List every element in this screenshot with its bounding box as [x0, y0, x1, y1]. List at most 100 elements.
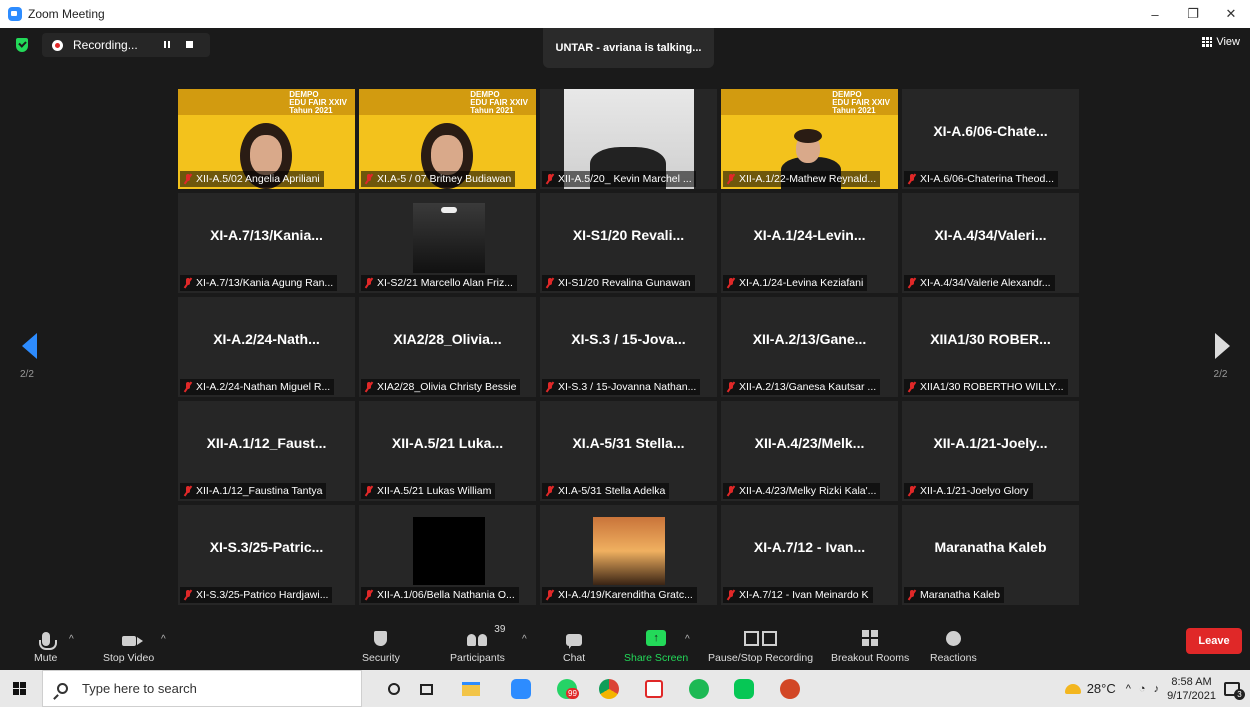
chevron-up-icon[interactable]: ^	[1126, 683, 1131, 695]
mic-muted-icon	[365, 382, 373, 392]
encryption-shield-icon[interactable]	[16, 38, 28, 52]
breakout-rooms-button[interactable]: Breakout Rooms	[831, 620, 909, 670]
participant-tile[interactable]: XII-A.1/21-Joely... XII-A.1/21-Joelyo Glo…	[902, 401, 1079, 501]
participant-name: XII-A.1/21-Joelyo Glory	[920, 485, 1029, 497]
stop-recording-icon[interactable]	[186, 41, 193, 48]
participant-tile[interactable]: XII-A.5/21 Luka... XII-A.5/21 Lukas Willi…	[359, 401, 536, 501]
participant-tile[interactable]: XI-S.3/25-Patric... XI-S.3/25-Patrico Har…	[178, 505, 355, 605]
pause-recording-icon[interactable]	[164, 41, 170, 48]
windows-start-icon[interactable]	[13, 682, 26, 695]
maximize-button[interactable]: ❐	[1174, 0, 1212, 28]
participant-name: XI.A-5 / 07 Britney Budiawan	[377, 173, 512, 185]
zoom-taskbar-icon[interactable]	[508, 676, 534, 702]
participant-tile[interactable]: XII-A.5/20_ Kevin Marchel ...	[540, 89, 717, 189]
participant-display-name: XI-A.7/12 - Ivan...	[753, 539, 866, 555]
whatsapp-icon[interactable]: 99	[554, 676, 580, 702]
minimize-button[interactable]: –	[1136, 0, 1174, 28]
participant-name: XI-S2/21 Marcello Alan Friz...	[377, 277, 513, 289]
video-options-caret-icon[interactable]: ^	[161, 634, 166, 645]
notification-count: 3	[1234, 688, 1245, 700]
participant-display-name: XI-S.3/25-Patric...	[209, 539, 324, 555]
task-view-icon[interactable]	[413, 676, 439, 702]
security-button[interactable]: Security	[362, 620, 400, 670]
mic-muted-icon	[908, 486, 916, 496]
next-page-button[interactable]: 2/2	[1211, 333, 1230, 380]
search-input[interactable]	[82, 681, 322, 696]
close-button[interactable]: ✕	[1212, 0, 1250, 28]
mic-muted-icon	[908, 174, 916, 184]
participant-tile[interactable]: DEMPO EDU FAIR XXIV Tahun 2021 XII-A.5/02 A…	[178, 89, 355, 189]
participant-tile[interactable]: XII-A.1/12_Faust... XII-A.1/12_Faustina T…	[178, 401, 355, 501]
participant-tile[interactable]: XII-A.1/06/Bella Nathania O...	[359, 505, 536, 605]
volume-icon[interactable]: ♪	[1154, 683, 1160, 695]
participant-tile[interactable]: XII-A.4/23/Melk... XII-A.4/23/Melky Rizki…	[721, 401, 898, 501]
previous-page-button[interactable]: 2/2	[20, 333, 37, 380]
spotify-icon[interactable]	[686, 676, 712, 702]
audio-options-caret-icon[interactable]: ^	[69, 634, 74, 645]
share-screen-button[interactable]: ↑ Share Screen	[624, 620, 688, 670]
view-button[interactable]: View	[1202, 36, 1240, 48]
participant-video	[413, 517, 485, 585]
participant-name: XII-A.2/13/Ganesa Kautsar ...	[739, 381, 877, 393]
share-options-caret-icon[interactable]: ^	[685, 634, 690, 645]
view-label: View	[1216, 36, 1240, 48]
participant-display-name: XII-A.2/13/Gane...	[752, 331, 867, 347]
tray-icons[interactable]: ^ ◔ ♪	[1126, 683, 1159, 695]
chat-button[interactable]: Chat	[563, 620, 585, 670]
participant-tile[interactable]: XI-A.7/13/Kania... XI-A.7/13/Kania Agung …	[178, 193, 355, 293]
mic-muted-icon	[365, 486, 373, 496]
mic-muted-icon	[727, 382, 735, 392]
pause-stop-recording-button[interactable]: Pause/Stop Recording	[708, 620, 813, 670]
participants-caret-icon[interactable]: ^	[522, 634, 527, 645]
participant-tile[interactable]: XII-A.2/13/Gane... XII-A.2/13/Ganesa Kaut…	[721, 297, 898, 397]
chrome-icon[interactable]	[596, 676, 622, 702]
mic-muted-icon	[908, 590, 916, 600]
participant-tile[interactable]: XIIA1/30 ROBER... XIIA1/30 ROBERTHO WILLY…	[902, 297, 1079, 397]
participant-tile[interactable]: XI-S1/20 Revali... XI-S1/20 Revalina Guna…	[540, 193, 717, 293]
mute-button[interactable]: Mute	[34, 620, 57, 670]
participant-tile[interactable]: XI-A.2/24-Nath... XI-A.2/24-Nathan Miguel…	[178, 297, 355, 397]
file-explorer-icon[interactable]	[458, 676, 484, 702]
participant-name: XII-A.1/22-Mathew Reynald...	[739, 173, 877, 185]
powerpoint-icon[interactable]	[777, 676, 803, 702]
participants-button[interactable]: 39 Participants	[450, 620, 505, 670]
participant-tile[interactable]: DEMPO EDU FAIR XXIV Tahun 2021 XII-A.1/22-M…	[721, 89, 898, 189]
participant-name-tag: XII-A.2/13/Ganesa Kautsar ...	[723, 379, 881, 395]
participant-tile[interactable]: XI-S.3 / 15-Jova... XI-S.3 / 15-Jovanna N…	[540, 297, 717, 397]
participant-name-tag: XI-S1/20 Revalina Gunawan	[542, 275, 695, 291]
acrobat-icon[interactable]	[641, 676, 667, 702]
stop-video-button[interactable]: Stop Video	[103, 620, 154, 670]
participant-name: XIIA1/30 ROBERTHO WILLY...	[920, 381, 1064, 393]
mic-muted-icon	[908, 278, 916, 288]
participant-name-tag: XI.A-5/31 Stella Adelka	[542, 483, 670, 499]
participant-tile[interactable]: XI-A.4/19/Karenditha Gratc...	[540, 505, 717, 605]
reactions-button[interactable]: Reactions	[930, 620, 977, 670]
clock-date: 9/17/2021	[1167, 689, 1216, 702]
participant-tile[interactable]: XI-A.4/34/Valeri... XI-A.4/34/Valerie Ale…	[902, 193, 1079, 293]
participant-tile[interactable]: DEMPO EDU FAIR XXIV Tahun 2021 XI.A-5 / 07 …	[359, 89, 536, 189]
network-icon[interactable]: ◔	[1139, 683, 1146, 695]
participant-name-tag: Maranatha Kaleb	[904, 587, 1004, 603]
cortana-icon[interactable]	[381, 676, 407, 702]
taskbar-search[interactable]	[42, 670, 362, 707]
participant-name: XIA2/28_Olivia Christy Bessie	[377, 381, 517, 393]
participant-name-tag: XII-A.4/23/Melky Rizki Kala'...	[723, 483, 881, 499]
participant-tile[interactable]: XIA2/28_Olivia... XIA2/28_Olivia Christy …	[359, 297, 536, 397]
clock[interactable]: 8:58 AM 9/17/2021	[1167, 675, 1216, 703]
line-icon[interactable]	[731, 676, 757, 702]
participant-tile[interactable]: XI-S2/21 Marcello Alan Friz...	[359, 193, 536, 293]
participant-tile[interactable]: Maranatha Kaleb Maranatha Kaleb	[902, 505, 1079, 605]
system-tray: 28°C ^ ◔ ♪ 8:58 AM 9/17/2021 3	[1064, 670, 1250, 707]
participant-tile[interactable]: XI-A.6/06-Chate... XI-A.6/06-Chaterina Th…	[902, 89, 1079, 189]
mic-muted-icon	[727, 486, 735, 496]
participant-tile[interactable]: XI.A-5/31 Stella... XI.A-5/31 Stella Adel…	[540, 401, 717, 501]
participant-name-tag: XI-S.3/25-Patrico Hardjawi...	[180, 587, 333, 603]
participant-tile[interactable]: XI-A.1/24-Levin... XI-A.1/24-Levina Kezia…	[721, 193, 898, 293]
search-icon	[57, 683, 68, 694]
notification-center-icon[interactable]: 3	[1224, 681, 1245, 700]
leave-button[interactable]: Leave	[1186, 628, 1242, 654]
participant-tile[interactable]: XI-A.7/12 - Ivan... XI-A.7/12 - Ivan Mein…	[721, 505, 898, 605]
weather-temperature[interactable]: 28°C	[1087, 681, 1116, 696]
weather-icon[interactable]	[1064, 683, 1081, 694]
participant-name: XI-S1/20 Revalina Gunawan	[558, 277, 691, 289]
